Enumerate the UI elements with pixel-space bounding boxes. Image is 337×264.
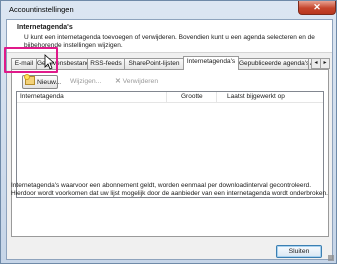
change-button[interactable]: Wijzigen...: [70, 75, 101, 88]
tab-rss-feeds[interactable]: RSS-feeds: [87, 58, 125, 69]
tab-published-calendars[interactable]: Gepubliceerde agenda's: [238, 58, 309, 69]
list-header: Internetagenda Grootte Laatst bijgewerkt…: [17, 92, 323, 103]
title-bar[interactable]: Accountinstellingen ✕: [1, 1, 336, 19]
new-button[interactable]: Nieuw...: [22, 74, 62, 89]
internet-calendars-panel: Nieuw... Wijzigen... ✕ Verwijderen Inter…: [11, 69, 329, 237]
column-header-calendar[interactable]: Internetagenda: [17, 92, 167, 102]
account-settings-window: Accountinstellingen ✕ Internetagenda's U…: [0, 0, 337, 264]
remove-button-label: Verwijderen: [122, 78, 159, 85]
close-icon: ✕: [313, 2, 321, 12]
tab-internet-calendars[interactable]: Internetagenda's: [183, 56, 239, 70]
tab-strip: E-mail Gegevensbestanden RSS-feeds Share…: [11, 56, 330, 70]
section-title: Internetagenda's: [17, 24, 73, 31]
mouse-pointer-icon: [44, 54, 54, 70]
column-header-last-updated[interactable]: Laatst bijgewerkt op: [217, 92, 323, 102]
chevron-left-icon: ◂: [314, 60, 318, 66]
toolbar: Nieuw... Wijzigen... ✕ Verwijderen: [16, 74, 316, 89]
section-description: U kunt een internetagenda toevoegen of v…: [24, 34, 315, 49]
window-close-button[interactable]: ✕: [298, 1, 336, 15]
window-title: Accountinstellingen: [9, 5, 74, 14]
column-header-size[interactable]: Grootte: [167, 92, 217, 102]
tab-sharepoint-lists[interactable]: SharePoint-lijsten: [124, 58, 184, 69]
close-button[interactable]: Sluiten: [276, 245, 322, 258]
remove-button[interactable]: ✕ Verwijderen: [115, 75, 158, 88]
tab-scroll-right-button[interactable]: ▸: [320, 58, 330, 69]
new-calendar-icon: [24, 74, 35, 85]
footer-note: Internetagenda's waarvoor een abonnement…: [11, 182, 328, 197]
change-button-label: Wijzigen...: [70, 78, 102, 85]
new-button-label: Nieuw...: [37, 79, 62, 86]
remove-icon: ✕: [115, 78, 121, 85]
chevron-right-icon: ▸: [323, 60, 327, 66]
resize-grip-icon[interactable]: [328, 255, 334, 261]
